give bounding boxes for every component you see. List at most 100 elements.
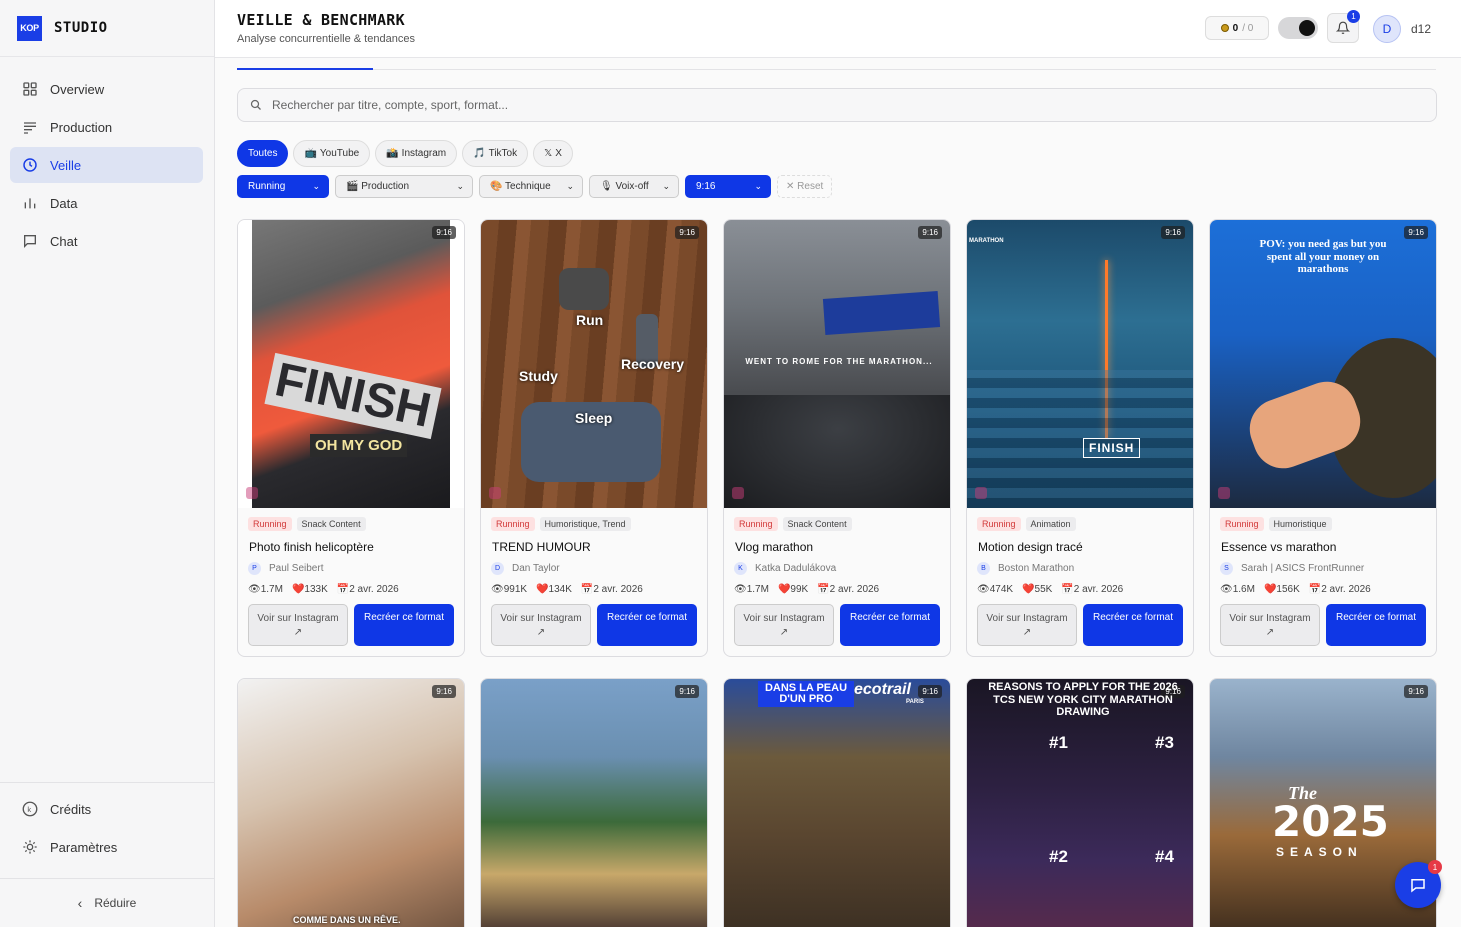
author-avatar: S [1220, 562, 1233, 575]
credits-pill[interactable]: 0 / 0 [1205, 16, 1269, 40]
video-card[interactable]: 9:16 FINISH MARATHON Running Animation Motion… [966, 219, 1194, 657]
heart-icon: ❤️ [1022, 584, 1035, 595]
video-card[interactable]: 9:16 DANS LA PEAU D'UN PRO ecotrail PARIS [723, 678, 951, 927]
active-tab-indicator [237, 68, 373, 70]
overlay-text: OH MY GOD [310, 434, 408, 457]
lines-icon [21, 118, 39, 136]
production-value: 🎬 Production [346, 181, 410, 192]
chevron-left-icon: ‹ [77, 895, 83, 911]
sidebar-item-veille[interactable]: Veille [10, 147, 203, 183]
video-thumbnail[interactable]: 9:16 POV: you need gas but you spent all … [1210, 220, 1436, 508]
overlay-text: 2025 [1272, 797, 1389, 846]
video-thumbnail[interactable]: 9:16 [481, 679, 707, 927]
video-thumbnail[interactable]: 9:16 DANS LA PEAU D'UN PRO ecotrail PARIS [724, 679, 950, 927]
recreate-format-button[interactable]: Recréer ce format [1083, 604, 1183, 646]
card-actions: Voir sur Instagram ↗ Recréer ce format [238, 595, 464, 656]
rank-number: #1 [1049, 733, 1068, 752]
sidebar-item-label: Paramètres [50, 839, 118, 855]
collapse-button[interactable]: ‹ Réduire [0, 878, 214, 927]
stats-row: 👁474K ❤️55K 📅2 avr. 2026 [967, 575, 1193, 595]
x-icon: 𝕏 [544, 148, 553, 159]
video-thumbnail[interactable]: 9:16 Run Study Recovery Sleep [481, 220, 707, 508]
author-avatar: B [977, 562, 990, 575]
format-select[interactable]: 9:16 ⌄ [685, 175, 771, 198]
sport-value: Running [248, 181, 286, 192]
video-card[interactable]: 9:16 POV: you need gas but you spent all … [1209, 219, 1437, 657]
sidebar-item-paramtres[interactable]: Paramètres [10, 829, 203, 865]
overlay-word: Run [576, 312, 604, 328]
chip-tiktok[interactable]: 🎵 TikTok [462, 140, 529, 167]
video-thumbnail[interactable]: 9:16 WENT TO ROME FOR THE MARATHON... [724, 220, 950, 508]
date-stat: 📅2 avr. 2026 [1309, 584, 1371, 595]
theme-toggle[interactable] [1278, 17, 1318, 39]
chevron-down-icon: ⌄ [566, 181, 574, 191]
recreate-format-button[interactable]: Recréer ce format [1326, 604, 1426, 646]
overlay-text: COMME DANS UN RÊVE. [293, 915, 401, 925]
views-count: 991K [503, 584, 528, 595]
search-input[interactable]: Rechercher par titre, compte, sport, for… [237, 88, 1437, 122]
video-thumbnail[interactable]: 9:16 FINISH MARATHON [967, 220, 1193, 508]
view-label: Voir sur Instagram [257, 613, 339, 624]
overlay-text: DANS LA PEAU D'UN PRO [758, 681, 854, 707]
views-stat: 👁1.6M [1220, 584, 1255, 595]
view-on-instagram-button[interactable]: Voir sur Instagram ↗ [734, 604, 834, 646]
chip-toutes[interactable]: Toutes [237, 140, 289, 167]
sidebar-item-crdits[interactable]: k Crédits [10, 791, 203, 827]
video-card[interactable]: 9:16 Run Study Recovery Sleep Running Humorist… [480, 219, 708, 657]
sidebar-bottom: k Crédits Paramètres [0, 782, 214, 867]
heart-icon: ❤️ [777, 584, 791, 595]
recreate-format-button[interactable]: Recréer ce format [597, 604, 697, 646]
video-card[interactable]: 9:16 [480, 678, 708, 927]
author-avatar: D [491, 562, 504, 575]
username[interactable]: d12 [1411, 22, 1431, 36]
avatar[interactable]: D [1373, 15, 1401, 43]
video-thumbnail[interactable]: 9:16 COMME DANS UN RÊVE. [238, 679, 464, 927]
sidebar-item-production[interactable]: Production [10, 109, 203, 145]
video-card[interactable]: 9:16 WENT TO ROME FOR THE MARATHON... Runn… [723, 219, 951, 657]
view-on-instagram-button[interactable]: Voir sur Instagram ↗ [248, 604, 348, 646]
sidebar-item-data[interactable]: Data [10, 185, 203, 221]
view-on-instagram-button[interactable]: Voir sur Instagram ↗ [1220, 604, 1320, 646]
rank-number: #4 [1155, 847, 1174, 866]
chevron-down-icon: ⌄ [662, 181, 670, 191]
eye-icon: 👁 [734, 584, 747, 595]
recreate-format-button[interactable]: Recréer ce format [354, 604, 454, 646]
recreate-format-button[interactable]: Recréer ce format [840, 604, 940, 646]
calendar-icon: 📅 [336, 584, 350, 595]
likes-stat: ❤️156K [1264, 584, 1300, 595]
logo-row[interactable]: KOP STUDIO [0, 0, 214, 57]
bar-chart-icon [21, 194, 39, 212]
video-thumbnail[interactable]: FINISH 9:16 OH MY GOD [238, 220, 464, 508]
heart-icon: ❤️ [291, 584, 305, 595]
likes-count: 134K [548, 584, 572, 595]
chip-youtube[interactable]: 📺 YouTube [293, 140, 371, 167]
reset-button[interactable]: ✕ Reset [777, 175, 833, 198]
stats-row: 👁1.7M ❤️99K 📅2 avr. 2026 [724, 575, 950, 595]
chip-x[interactable]: 𝕏X [533, 140, 573, 167]
sidebar-item-chat[interactable]: Chat [10, 223, 203, 259]
category-tag: Humoristique [1268, 517, 1332, 531]
bell-icon [1336, 21, 1350, 34]
voiceover-select[interactable]: 🎙 Voix-off ⌄ [589, 175, 679, 198]
tag-row: Running Snack Content [724, 508, 950, 531]
tag-row: Running Animation [967, 508, 1193, 531]
instagram-icon [246, 487, 258, 499]
video-thumbnail[interactable]: 9:16 REASONS TO APPLY FOR THE 2026 TCS NE… [967, 679, 1193, 927]
category-tag: Snack Content [782, 517, 852, 531]
technique-select[interactable]: 🎨 Technique ⌄ [479, 175, 583, 198]
view-on-instagram-button[interactable]: Voir sur Instagram ↗ [977, 604, 1077, 646]
likes-count: 99K [790, 584, 809, 595]
author-avatar: K [734, 562, 747, 575]
chip-label: YouTube [319, 148, 360, 159]
video-card[interactable]: FINISH 9:16 OH MY GOD Running Snack Content P… [237, 219, 465, 657]
video-card[interactable]: 9:16 REASONS TO APPLY FOR THE 2026 TCS NE… [966, 678, 1194, 927]
video-card[interactable]: 9:16 COMME DANS UN RÊVE. [237, 678, 465, 927]
author-row: B Boston Marathon [967, 554, 1193, 575]
sport-select[interactable]: Running ⌄ [237, 175, 329, 198]
sidebar-item-overview[interactable]: Overview [10, 71, 203, 107]
production-select[interactable]: 🎬 Production ⌄ [335, 175, 473, 198]
chip-instagram[interactable]: 📸 Instagram [375, 140, 458, 167]
views-stat: 👁1.7M [734, 584, 769, 595]
view-label: Voir sur Instagram [500, 613, 582, 624]
view-on-instagram-button[interactable]: Voir sur Instagram ↗ [491, 604, 591, 646]
